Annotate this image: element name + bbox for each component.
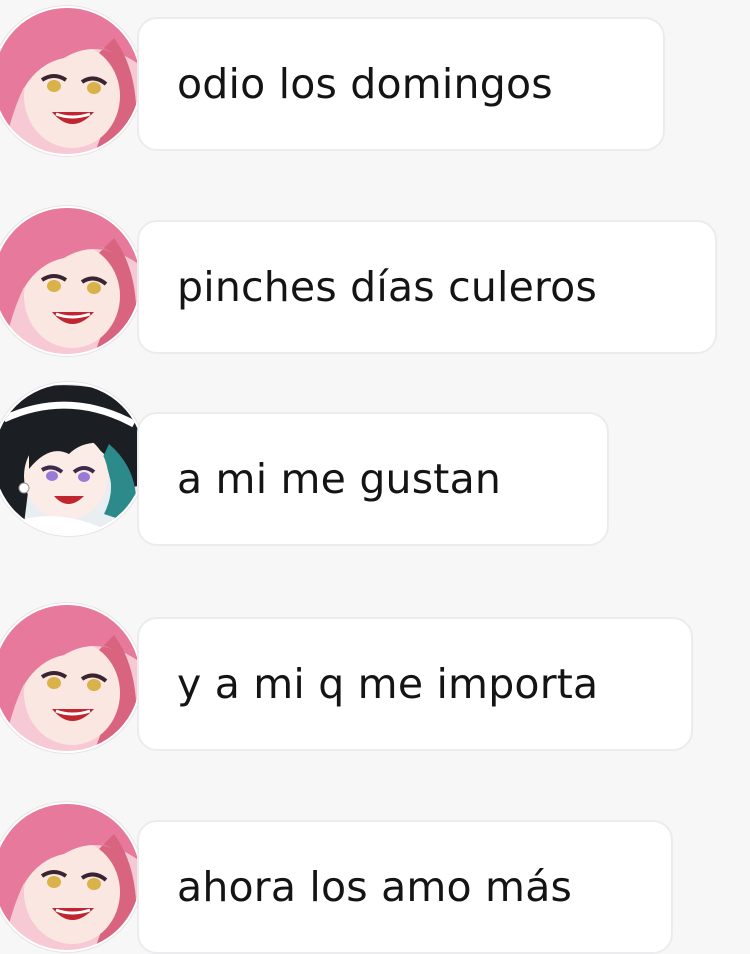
message-bubble[interactable]: y a mi q me importa [137,617,693,751]
message-text: a mi me gustan [177,455,502,503]
message-text: odio los domingos [177,60,553,108]
message-row: pinches días culeros [0,206,750,356]
message-row: y a mi q me importa [0,603,750,753]
message-row: odio los domingos [0,4,750,156]
chat-conversation: odio los domingos pinches días culeros a… [0,0,750,954]
message-row: ahora los amo más [0,800,750,954]
pink-hair-avatar[interactable] [0,603,142,753]
message-bubble[interactable]: odio los domingos [137,17,665,151]
message-text: ahora los amo más [177,863,573,911]
message-bubble[interactable]: pinches días culeros [137,220,717,354]
message-bubble[interactable]: a mi me gustan [137,412,609,546]
pink-hair-avatar[interactable] [0,206,142,356]
pink-hair-avatar[interactable] [0,802,142,952]
black-teal-hair-avatar[interactable] [0,382,146,536]
message-bubble[interactable]: ahora los amo más [137,820,673,954]
pink-hair-avatar[interactable] [0,6,142,156]
message-text: y a mi q me importa [177,660,599,708]
message-row: a mi me gustan [0,382,750,550]
message-text: pinches días culeros [177,263,598,311]
